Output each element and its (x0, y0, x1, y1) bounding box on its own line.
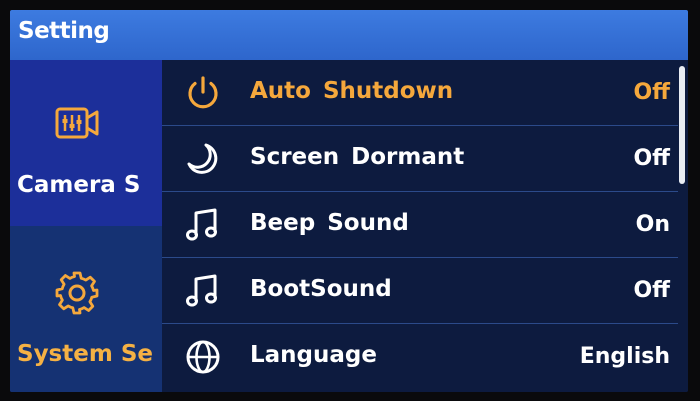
setting-value: English (579, 344, 670, 369)
moon-icon (187, 143, 218, 174)
page-title: Setting (18, 18, 110, 44)
setting-label: Screen Dormant (250, 144, 465, 170)
video-settings-icon (55, 107, 99, 139)
settings-list: Auto Shutdown Off Screen Dormant Off Bee… (162, 60, 688, 392)
music-note-icon (186, 208, 217, 241)
power-icon (188, 76, 218, 109)
setting-label: BootSound (250, 276, 392, 302)
setting-value: On (635, 212, 670, 237)
sidebar-item-camera-settings[interactable]: Camera S (10, 60, 162, 226)
setting-row-auto-shutdown[interactable]: Auto Shutdown Off (162, 60, 678, 126)
sidebar-item-system-settings[interactable]: System Se (10, 226, 162, 392)
setting-label: Language (250, 342, 377, 368)
setting-row-beep-sound[interactable]: Beep Sound On (162, 192, 678, 258)
scrollbar[interactable] (679, 66, 685, 184)
sidebar-item-label: System Se (17, 341, 153, 367)
globe-icon (186, 340, 220, 374)
title-bar: Setting (10, 10, 688, 60)
music-note-icon (186, 274, 217, 307)
sidebar-item-label: Camera S (17, 172, 141, 198)
setting-row-screen-dormant[interactable]: Screen Dormant Off (162, 126, 678, 192)
gear-icon (55, 271, 99, 315)
sidebar: Camera S System Se (10, 60, 162, 392)
setting-row-boot-sound[interactable]: BootSound Off (162, 258, 678, 324)
device-screen: Setting Camera S System Se Auto Shutdown… (10, 10, 688, 392)
setting-value: Off (633, 278, 670, 303)
setting-row-language[interactable]: Language English (162, 324, 678, 390)
setting-value: Off (633, 146, 670, 171)
setting-value: Off (633, 80, 670, 105)
setting-label: Auto Shutdown (250, 78, 454, 104)
setting-label: Beep Sound (250, 210, 409, 236)
